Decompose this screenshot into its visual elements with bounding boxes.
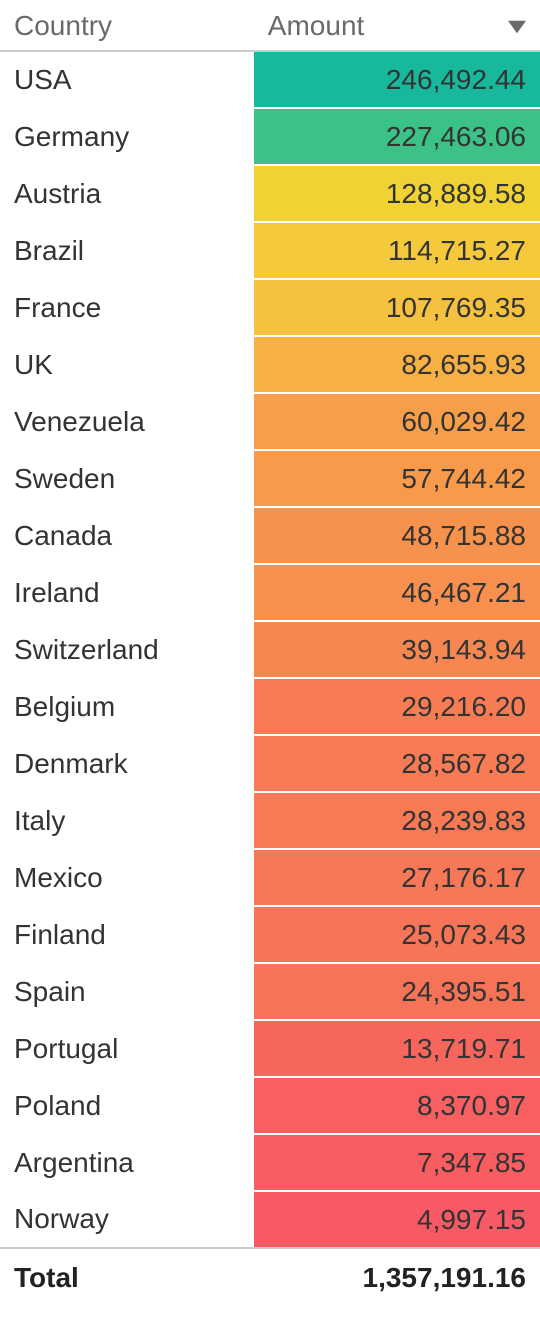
country-cell: Brazil: [0, 222, 254, 279]
amount-cell: 128,889.58: [254, 165, 540, 222]
header-country-label: Country: [14, 10, 112, 41]
country-cell: Canada: [0, 507, 254, 564]
amount-cell: 4,997.15: [254, 1191, 540, 1248]
country-cell: Switzerland: [0, 621, 254, 678]
table-row[interactable]: Argentina7,347.85: [0, 1134, 540, 1191]
amount-cell: 60,029.42: [254, 393, 540, 450]
header-amount[interactable]: Amount: [254, 0, 540, 51]
total-value: 1,357,191.16: [254, 1248, 540, 1303]
table-row[interactable]: Mexico27,176.17: [0, 849, 540, 906]
table-row[interactable]: Canada48,715.88: [0, 507, 540, 564]
table-row[interactable]: USA246,492.44: [0, 51, 540, 108]
country-cell: Denmark: [0, 735, 254, 792]
amount-cell: 8,370.97: [254, 1077, 540, 1134]
country-cell: Finland: [0, 906, 254, 963]
table-row[interactable]: France107,769.35: [0, 279, 540, 336]
table-row[interactable]: Poland8,370.97: [0, 1077, 540, 1134]
table-row[interactable]: Ireland46,467.21: [0, 564, 540, 621]
table-row[interactable]: Norway4,997.15: [0, 1191, 540, 1248]
table-header-row: Country Amount: [0, 0, 540, 51]
amount-cell: 39,143.94: [254, 621, 540, 678]
amount-cell: 24,395.51: [254, 963, 540, 1020]
amount-cell: 29,216.20: [254, 678, 540, 735]
table-row[interactable]: Italy28,239.83: [0, 792, 540, 849]
country-cell: Argentina: [0, 1134, 254, 1191]
header-amount-label: Amount: [268, 10, 365, 41]
country-cell: Poland: [0, 1077, 254, 1134]
country-cell: UK: [0, 336, 254, 393]
amount-cell: 27,176.17: [254, 849, 540, 906]
table-row[interactable]: Switzerland39,143.94: [0, 621, 540, 678]
country-cell: Spain: [0, 963, 254, 1020]
country-cell: Sweden: [0, 450, 254, 507]
table-row[interactable]: Germany227,463.06: [0, 108, 540, 165]
amount-cell: 227,463.06: [254, 108, 540, 165]
amount-cell: 7,347.85: [254, 1134, 540, 1191]
country-cell: Portugal: [0, 1020, 254, 1077]
amount-cell: 28,239.83: [254, 792, 540, 849]
amount-cell: 13,719.71: [254, 1020, 540, 1077]
country-cell: Ireland: [0, 564, 254, 621]
data-table: Country Amount USA246,492.44Germany227,4…: [0, 0, 540, 1303]
header-country[interactable]: Country: [0, 0, 254, 51]
table-row[interactable]: Sweden57,744.42: [0, 450, 540, 507]
country-cell: Norway: [0, 1191, 254, 1248]
amount-cell: 246,492.44: [254, 51, 540, 108]
amount-cell: 48,715.88: [254, 507, 540, 564]
amount-cell: 82,655.93: [254, 336, 540, 393]
total-label: Total: [0, 1248, 254, 1303]
amount-cell: 114,715.27: [254, 222, 540, 279]
table-row[interactable]: Belgium29,216.20: [0, 678, 540, 735]
table-row[interactable]: Venezuela60,029.42: [0, 393, 540, 450]
table-row[interactable]: Brazil114,715.27: [0, 222, 540, 279]
total-row: Total 1,357,191.16: [0, 1248, 540, 1303]
table-row[interactable]: Denmark28,567.82: [0, 735, 540, 792]
country-cell: France: [0, 279, 254, 336]
table-row[interactable]: Austria128,889.58: [0, 165, 540, 222]
amount-cell: 46,467.21: [254, 564, 540, 621]
table-row[interactable]: UK82,655.93: [0, 336, 540, 393]
country-cell: Venezuela: [0, 393, 254, 450]
country-cell: Mexico: [0, 849, 254, 906]
amount-cell: 28,567.82: [254, 735, 540, 792]
table-body: USA246,492.44Germany227,463.06Austria128…: [0, 51, 540, 1248]
table-row[interactable]: Spain24,395.51: [0, 963, 540, 1020]
sort-desc-icon: [508, 9, 526, 41]
country-cell: Austria: [0, 165, 254, 222]
amount-cell: 107,769.35: [254, 279, 540, 336]
country-cell: Belgium: [0, 678, 254, 735]
country-cell: Italy: [0, 792, 254, 849]
table-row[interactable]: Finland25,073.43: [0, 906, 540, 963]
amount-cell: 57,744.42: [254, 450, 540, 507]
amount-cell: 25,073.43: [254, 906, 540, 963]
country-cell: Germany: [0, 108, 254, 165]
table-row[interactable]: Portugal13,719.71: [0, 1020, 540, 1077]
country-cell: USA: [0, 51, 254, 108]
